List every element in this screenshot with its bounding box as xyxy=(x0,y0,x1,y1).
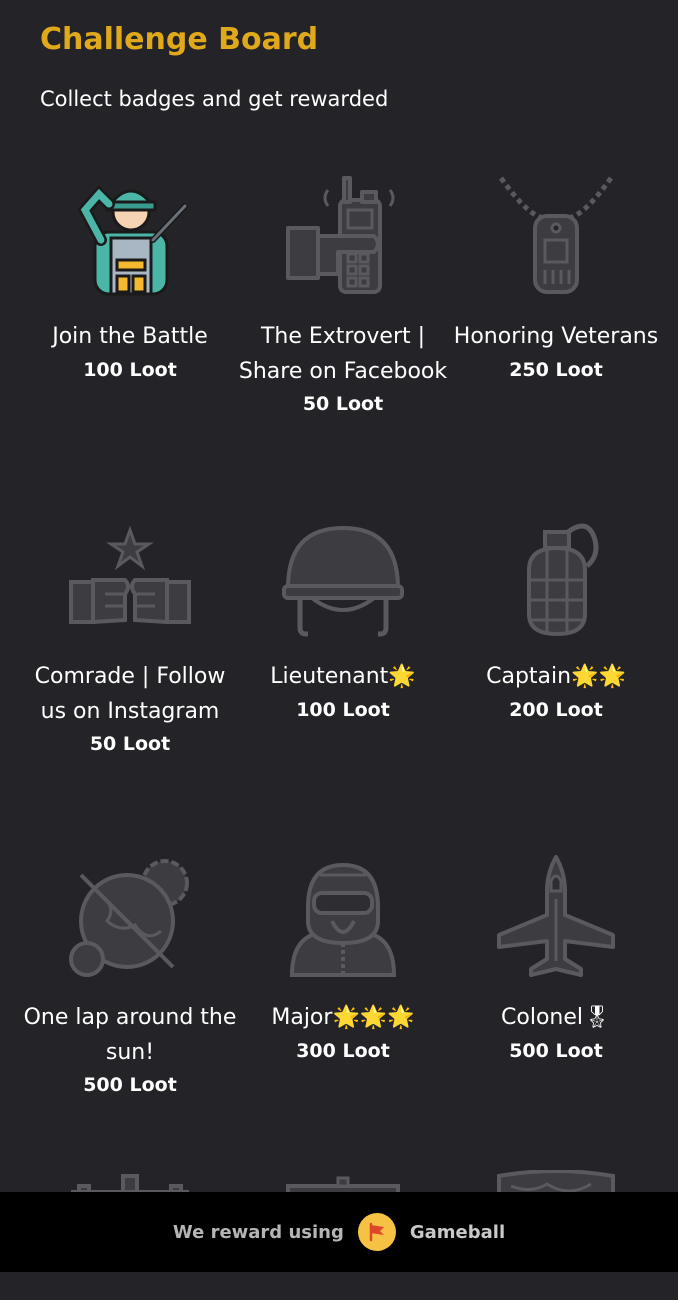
helmet-icon xyxy=(282,525,404,637)
badge-loot: 100 Loot xyxy=(296,698,390,721)
badge-card[interactable]: Honoring Veterans 250 Loot xyxy=(446,170,666,381)
grenade-icon xyxy=(527,523,599,637)
badge-loot: 300 Loot xyxy=(296,1039,390,1062)
badge-card[interactable]: Colonel🎖 500 Loot xyxy=(446,851,666,1062)
fist-bump-icon xyxy=(69,525,191,625)
page-header: Challenge Board Collect badges and get r… xyxy=(40,20,658,114)
badge-name: Honoring Veterans xyxy=(453,324,659,349)
badge-name: The Extrovert | Share on Facebook xyxy=(238,324,448,384)
badge-loot: 250 Loot xyxy=(509,358,603,381)
walkie-talkie-icon xyxy=(286,176,395,294)
badge-loot: 200 Loot xyxy=(509,698,603,721)
badge-name: Major🌟🌟🌟 xyxy=(271,1005,415,1030)
badge-card[interactable]: One lap around the sun! 500 Loot xyxy=(20,851,240,1096)
fighter-jet-icon xyxy=(497,855,615,977)
footer-brand-link[interactable]: Gameball xyxy=(410,1222,505,1243)
page-title: Challenge Board xyxy=(40,22,319,57)
footer: We reward using Gameball xyxy=(0,1192,678,1272)
badge-card[interactable]: Major🌟🌟🌟 300 Loot xyxy=(233,851,453,1062)
badge-card[interactable]: Comrade | Follow us on Instagram 50 Loot xyxy=(20,510,240,755)
badge-card[interactable]: Lieutenant🌟 100 Loot xyxy=(233,510,453,721)
badge-name: Captain🌟🌟 xyxy=(486,664,626,689)
badge-name: Join the Battle xyxy=(52,324,208,349)
badge-loot: 100 Loot xyxy=(83,358,177,381)
badge-name: Colonel🎖 xyxy=(501,1005,611,1030)
badge-name: Lieutenant🌟 xyxy=(270,664,416,689)
page-subtitle: Collect badges and get rewarded xyxy=(40,87,389,111)
saluting-soldier-icon xyxy=(77,185,188,296)
badge-loot: 50 Loot xyxy=(89,733,171,755)
badge-card[interactable]: Captain🌟🌟 200 Loot xyxy=(446,510,666,721)
globe-icon xyxy=(69,859,189,977)
badge-loot: 500 Loot xyxy=(83,1074,177,1096)
gameball-logo-icon xyxy=(357,1213,396,1251)
badge-name: One lap around the sun! xyxy=(23,1005,237,1065)
badge-name: Comrade | Follow us on Instagram xyxy=(34,664,226,724)
badge-card[interactable]: Join the Battle 100 Loot xyxy=(20,170,240,381)
footer-text: We reward using xyxy=(172,1221,344,1243)
badge-card[interactable]: The Extrovert | Share on Facebook 50 Loo… xyxy=(233,170,453,415)
pilot-icon xyxy=(289,862,397,977)
badge-loot: 50 Loot xyxy=(302,393,384,415)
dog-tag-icon xyxy=(498,176,614,294)
badge-loot: 500 Loot xyxy=(509,1039,603,1062)
